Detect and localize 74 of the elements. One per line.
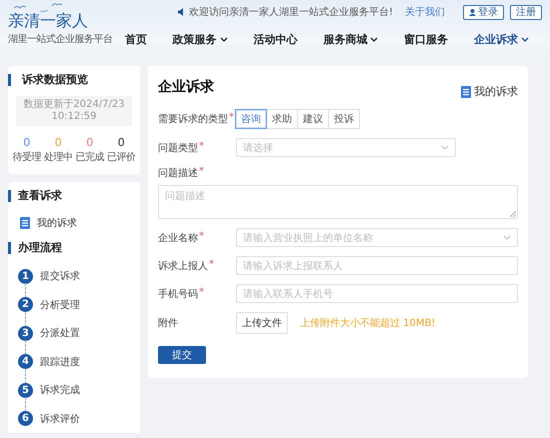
stat-label: 处理中	[44, 150, 72, 164]
field-label: 诉求上报人	[158, 260, 208, 272]
required-mark: *	[209, 258, 214, 272]
field-label: 附件	[158, 317, 178, 330]
stat-label: 待受理	[12, 150, 41, 164]
nav-item[interactable]: 服务商城	[323, 30, 378, 48]
welcome-text: 欢迎访问亲清一家人湖里一站式企业服务平台!	[188, 6, 393, 19]
stat-value: 0	[54, 136, 62, 150]
nav-item[interactable]: 活动中心	[254, 30, 298, 48]
step-number: 4	[18, 354, 33, 370]
my-appeals-link[interactable]: 我的诉求	[37, 216, 77, 230]
step-label: 分析受理	[40, 298, 80, 312]
field-label: 问题描述	[158, 166, 198, 180]
my-appeals-link[interactable]: 我的诉求	[474, 84, 518, 99]
step-number: 6	[18, 411, 33, 426]
required-mark: *	[199, 140, 204, 154]
step-number: 3	[18, 326, 33, 341]
chevron-down-icon	[441, 145, 449, 150]
register-button[interactable]: 注册	[510, 4, 542, 20]
nav-item[interactable]: 首页	[124, 30, 147, 48]
type-option[interactable]: 咨询	[235, 109, 267, 129]
chevron-down-icon	[503, 235, 511, 240]
placeholder-text: 请选择	[243, 142, 273, 154]
stat-value: 0	[118, 136, 125, 150]
speaker-icon	[178, 8, 186, 16]
chevron-down-icon	[370, 36, 378, 42]
chevron-down-icon	[521, 36, 530, 42]
step-label: 诉求完成	[40, 384, 80, 398]
card-title: 查看诉求	[8, 190, 132, 202]
step-number: 1	[18, 268, 33, 284]
nav-item[interactable]: 窗口服务	[404, 30, 448, 48]
logo-subtitle: 湖里一站式企业服务平台	[8, 32, 112, 46]
logo-title: 亲清一家人	[8, 12, 89, 30]
step-label: 诉求评价	[40, 412, 80, 426]
field-label: 企业名称	[158, 232, 198, 244]
placeholder-text: 请输入营业执照上的单位名称	[243, 232, 373, 244]
step-label: 分派处置	[40, 326, 80, 340]
placeholder-text: 请输入联系人手机号	[243, 288, 333, 300]
placeholder-text: 请输入诉求上报联系人	[243, 260, 343, 272]
step-number: 5	[18, 382, 33, 398]
field-label: 手机号码	[158, 288, 198, 300]
required-mark: *	[199, 286, 204, 300]
card-title: 办理流程	[8, 242, 132, 254]
login-button[interactable]: 登录	[463, 4, 504, 20]
stat-value: 0	[86, 136, 94, 150]
document-icon	[20, 217, 30, 229]
submit-button[interactable]: 提交	[158, 346, 206, 364]
nav-item[interactable]: 政策服务	[172, 30, 228, 48]
required-mark: *	[199, 230, 204, 244]
resize-grip-icon	[510, 211, 516, 217]
nav-item[interactable]: 企业诉求	[474, 30, 530, 48]
card-title: 诉求数据预览	[8, 74, 136, 86]
required-mark: *	[229, 112, 234, 125]
step-number: 2	[18, 297, 33, 312]
type-option[interactable]: 投诉	[328, 109, 360, 129]
form-title: 企业诉求	[158, 78, 214, 96]
document-icon	[461, 86, 471, 98]
step-label: 跟踪进度	[40, 356, 80, 369]
placeholder-text: 问题描述	[165, 191, 205, 202]
upload-button[interactable]: 上传文件	[236, 312, 288, 334]
stat-value: 0	[23, 136, 30, 150]
chevron-down-icon	[220, 36, 228, 42]
update-time: 数据更新于2024/7/23 10:12:59	[16, 96, 132, 126]
stat-label: 已评价	[107, 151, 136, 164]
upload-hint: 上传附件大小不能超过 10MB!	[300, 316, 436, 330]
type-option[interactable]: 建议	[297, 109, 329, 129]
type-option[interactable]: 求助	[266, 109, 298, 129]
step-label: 提交诉求	[40, 270, 80, 284]
field-label: 问题类型	[158, 142, 198, 154]
user-icon	[469, 8, 476, 16]
required-mark: *	[199, 166, 204, 179]
stat-label: 已完成	[76, 150, 104, 164]
about-link[interactable]: 关于我们	[405, 5, 445, 19]
field-label: 需要诉求的类型	[158, 112, 228, 126]
